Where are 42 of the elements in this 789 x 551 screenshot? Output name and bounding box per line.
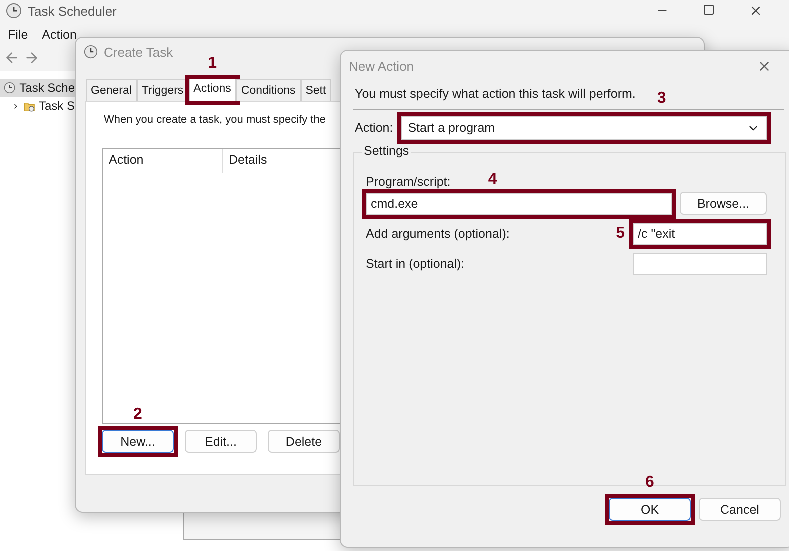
tab[interactable]: Sett — [300, 79, 332, 101]
dialog-button[interactable]: OK — [609, 498, 691, 521]
input-field[interactable]: cmd.exe — [366, 192, 672, 214]
group-label: Settings — [362, 144, 412, 158]
tab[interactable]: Conditions — [236, 79, 301, 101]
callout-number: 4 — [488, 170, 498, 188]
tree-item[interactable]: Task S — [0, 97, 75, 115]
description-text: When you create a task, you must specify the — [104, 114, 326, 126]
back-icon[interactable] — [4, 50, 20, 66]
clock-icon — [84, 45, 98, 59]
tab[interactable]: General — [86, 79, 137, 101]
browse-button[interactable]: Browse... — [680, 192, 767, 215]
field-label: Add arguments (optional): — [366, 227, 510, 241]
clock-icon — [6, 3, 22, 19]
window-title: New Action — [349, 58, 414, 74]
callout-number: 3 — [657, 90, 666, 108]
column-header[interactable]: Action — [103, 149, 223, 173]
action-button[interactable]: New... — [102, 430, 174, 453]
close-icon[interactable] — [749, 4, 763, 18]
dialog-button[interactable]: Cancel — [699, 498, 781, 521]
window-title: Create Task — [104, 44, 174, 60]
maximize-icon[interactable] — [703, 4, 715, 16]
field-label: Start in (optional): — [366, 257, 465, 271]
window-title: Task Scheduler — [28, 4, 117, 18]
instruction-text: You must specify what action this task will perform. — [355, 87, 636, 101]
field-label: Action: — [355, 121, 394, 135]
input-field[interactable]: /c "exit — [633, 223, 767, 245]
callout-number: 6 — [646, 474, 654, 492]
action-dropdown[interactable]: Start a program — [401, 116, 768, 140]
menu-item[interactable]: Action — [42, 28, 77, 42]
tree-item[interactable]: Task Sche — [0, 79, 75, 97]
callout-number: 1 — [208, 55, 217, 73]
callout-number: 5 — [616, 225, 625, 243]
menu-item[interactable]: File — [8, 28, 28, 42]
action-button[interactable]: Delete — [268, 430, 340, 453]
field-label: Program/script: — [366, 175, 451, 189]
callout-number: 2 — [134, 406, 142, 424]
input-field[interactable] — [633, 253, 767, 275]
forward-icon[interactable] — [24, 50, 40, 66]
action-button[interactable]: Edit... — [185, 430, 257, 453]
clock-icon — [4, 81, 16, 95]
tab[interactable]: Actions — [188, 77, 236, 101]
